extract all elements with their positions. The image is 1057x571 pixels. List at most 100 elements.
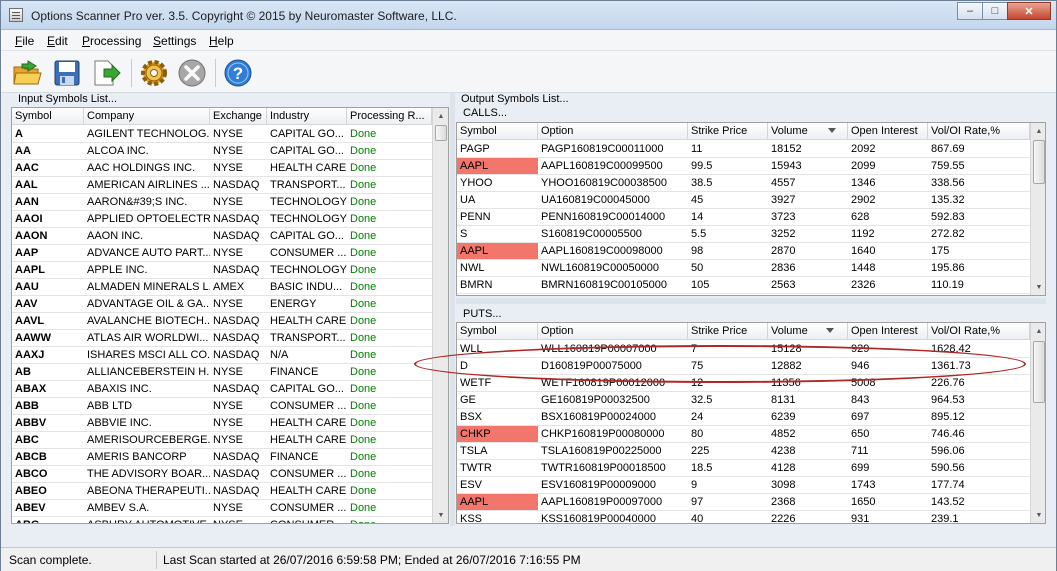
table-row[interactable]: KSS KSS160819P00040000 40 2226 931 239.1 xyxy=(457,511,1030,523)
table-row[interactable]: PENN PENN160819C00014000 14 3723 628 592.83 xyxy=(457,209,1030,226)
settings-button[interactable] xyxy=(138,57,170,89)
table-row[interactable]: D D160819P00075000 75 12882 946 1361.73 xyxy=(457,358,1030,375)
table-row[interactable]: S S160819C00005500 5.5 3252 1192 272.82 xyxy=(457,226,1030,243)
table-row[interactable]: AAV ADVANTAGE OIL & GA... NYSE ENERGY Done xyxy=(12,296,432,313)
col-volume[interactable]: Volume xyxy=(768,123,848,140)
table-row[interactable]: AAPL AAPL160819C00099500 99.5 15943 2099 759.… xyxy=(457,158,1030,175)
table-row[interactable]: AAL AMERICAN AIRLINES ... NASDAQ TRANSPORT.… xyxy=(12,177,432,194)
table-row[interactable]: PAGP PAGP160819C00011000 11 18152 2092 867.69 xyxy=(457,141,1030,158)
open-button[interactable] xyxy=(11,57,43,89)
scroll-up-arrow[interactable]: ▲ xyxy=(1031,323,1045,339)
cell-option: BMRN160819C00105000 xyxy=(541,279,667,291)
table-row[interactable]: TSLA TSLA160819P00225000 225 4238 711 596.06 xyxy=(457,443,1030,460)
cell-company: AMERICAN AIRLINES ... xyxy=(87,179,210,191)
table-row[interactable]: YHOO YHOO160819C00038500 38.5 4557 1346 338.5… xyxy=(457,175,1030,192)
puts-grid-scrollbar[interactable]: ▲ ▼ xyxy=(1030,323,1045,523)
scroll-thumb[interactable] xyxy=(1033,341,1045,403)
table-row[interactable]: ABEV AMBEV S.A. NYSE CONSUMER ... Done xyxy=(12,500,432,517)
help-icon: ? xyxy=(224,59,252,87)
save-button[interactable] xyxy=(51,57,83,89)
input-symbols-grid[interactable]: Symbol Company Exchange Industry Process… xyxy=(11,107,449,524)
calls-grid[interactable]: Symbol Option Strike Price Volume Open I… xyxy=(456,122,1046,296)
table-row[interactable]: GE GE160819P00032500 32.5 8131 843 964.53 xyxy=(457,392,1030,409)
scroll-up-arrow[interactable]: ▲ xyxy=(1031,123,1045,139)
table-row[interactable]: ABC AMERISOURCEBERGE... NYSE HEALTH CARE Don… xyxy=(12,432,432,449)
table-row[interactable]: TWTR TWTR160819P00018500 18.5 4128 699 590.56 xyxy=(457,460,1030,477)
maximize-button[interactable]: □ xyxy=(982,2,1008,20)
table-row[interactable]: AAPL APPLE INC. NASDAQ TECHNOLOGY Done xyxy=(12,262,432,279)
menu-edit[interactable]: Edit xyxy=(47,34,68,48)
scroll-down-arrow[interactable]: ▼ xyxy=(1031,279,1045,295)
table-row[interactable]: WLL WLL160819P00007000 7 15128 929 1628.42 xyxy=(457,341,1030,358)
table-row[interactable]: ABB ABB LTD NYSE CONSUMER ... Done xyxy=(12,398,432,415)
col-vol-oi-rate[interactable]: Vol/OI Rate,% xyxy=(928,123,1030,140)
cell-strike-price: 225 xyxy=(691,445,710,457)
col-exchange[interactable]: Exchange xyxy=(210,108,267,125)
cell-strike-price: 14 xyxy=(691,211,704,223)
col-open-interest[interactable]: Open Interest xyxy=(848,123,928,140)
table-row[interactable]: AAPL AAPL160819P00097000 97 2368 1650 143.52 xyxy=(457,494,1030,511)
export-button[interactable] xyxy=(91,57,123,89)
table-row[interactable]: AAWW ATLAS AIR WORLDWI... NASDAQ TRANSPORT.… xyxy=(12,330,432,347)
help-button[interactable]: ? xyxy=(222,57,254,89)
horizontal-splitter[interactable] xyxy=(456,298,1046,304)
menu-settings[interactable]: Settings xyxy=(153,34,196,48)
output-panel-label: Output Symbols List... xyxy=(461,93,569,105)
input-grid-scrollbar[interactable]: ▲ ▼ xyxy=(432,108,448,523)
scroll-thumb[interactable] xyxy=(1033,140,1045,184)
table-row[interactable]: ABCO THE ADVISORY BOAR... NASDAQ CONSUMER .… xyxy=(12,466,432,483)
table-row[interactable]: AAVL AVALANCHE BIOTECH... NASDAQ HEALTH CAR… xyxy=(12,313,432,330)
table-row[interactable]: A AGILENT TECHNOLOG... NYSE CAPITAL GO... Do… xyxy=(12,126,432,143)
col-option[interactable]: Option xyxy=(538,123,688,140)
table-row[interactable]: AAN AARON&#39;S INC. NYSE TECHNOLOGY Done xyxy=(12,194,432,211)
table-row[interactable]: BMRN BMRN160819C00105000 105 2563 2326 110.19 xyxy=(457,277,1030,294)
table-row[interactable]: ESV ESV160819P00009000 9 3098 1743 177.74 xyxy=(457,477,1030,494)
table-row[interactable]: ABBV ABBVIE INC. NYSE HEALTH CARE Done xyxy=(12,415,432,432)
scroll-down-arrow[interactable]: ▼ xyxy=(433,507,448,523)
table-row[interactable]: AA ALCOA INC. NYSE CAPITAL GO... Done xyxy=(12,143,432,160)
scroll-up-arrow[interactable]: ▲ xyxy=(433,108,448,124)
close-button[interactable]: ✕ xyxy=(1007,2,1051,20)
stop-button[interactable] xyxy=(176,57,208,89)
minimize-button[interactable]: – xyxy=(957,2,983,20)
table-row[interactable]: CHKP CHKP160819P00080000 80 4852 650 746.46 xyxy=(457,426,1030,443)
table-row[interactable]: ABAX ABAXIS INC. NASDAQ CAPITAL GO... Done xyxy=(12,381,432,398)
col-company[interactable]: Company xyxy=(84,108,210,125)
col-strike-price[interactable]: Strike Price xyxy=(688,323,768,340)
table-row[interactable]: WETF WETF160819P00012000 12 11356 5008 226.76 xyxy=(457,375,1030,392)
table-row[interactable]: AAU ALMADEN MINERALS L... AMEX BASIC INDU..… xyxy=(12,279,432,296)
table-row[interactable]: ABCB AMERIS BANCORP NASDAQ FINANCE Done xyxy=(12,449,432,466)
table-row[interactable]: AAPL AAPL160819C00098000 98 2870 1640 175 xyxy=(457,243,1030,260)
vertical-splitter[interactable] xyxy=(450,93,455,526)
table-row[interactable]: AAP ADVANCE AUTO PART... NYSE CONSUMER ... D… xyxy=(12,245,432,262)
scroll-down-arrow[interactable]: ▼ xyxy=(1031,507,1045,523)
col-option[interactable]: Option xyxy=(538,323,688,340)
col-strike-price[interactable]: Strike Price xyxy=(688,123,768,140)
table-row[interactable]: AAOI APPLIED OPTOELECTR... NASDAQ TECHNOLOG… xyxy=(12,211,432,228)
col-industry[interactable]: Industry xyxy=(267,108,347,125)
table-row[interactable]: NWL NWL160819C00050000 50 2836 1448 195.86 xyxy=(457,260,1030,277)
puts-grid[interactable]: Symbol Option Strike Price Volume Open I… xyxy=(456,322,1046,524)
cell-processing-result: Done xyxy=(350,468,377,480)
col-open-interest[interactable]: Open Interest xyxy=(848,323,928,340)
col-symbol[interactable]: Symbol xyxy=(457,323,538,340)
col-symbol[interactable]: Symbol xyxy=(12,108,84,125)
table-row[interactable]: BSX BSX160819P00024000 24 6239 697 895.12 xyxy=(457,409,1030,426)
col-processing-result[interactable]: Processing R... xyxy=(347,108,432,125)
table-row[interactable]: AB ALLIANCEBERSTEIN H... NYSE FINANCE Done xyxy=(12,364,432,381)
table-row[interactable]: AAON AAON INC. NASDAQ CAPITAL GO... Done xyxy=(12,228,432,245)
table-row[interactable]: ABEO ABEONA THERAPEUTI... NASDAQ HEALTH CAR… xyxy=(12,483,432,500)
menu-help[interactable]: Help xyxy=(209,34,234,48)
cell-industry: CAPITAL GO... xyxy=(270,145,344,157)
col-volume[interactable]: Volume xyxy=(768,323,848,340)
table-row[interactable]: AAXJ ISHARES MSCI ALL CO... NASDAQ N/A Done xyxy=(12,347,432,364)
calls-grid-scrollbar[interactable]: ▲ ▼ xyxy=(1030,123,1045,295)
table-row[interactable]: AAC AAC HOLDINGS INC. NYSE HEALTH CARE Done xyxy=(12,160,432,177)
menu-processing[interactable]: Processing xyxy=(82,34,141,48)
col-vol-oi-rate[interactable]: Vol/OI Rate,% xyxy=(928,323,1030,340)
table-row[interactable]: UA UA160819C00045000 45 3927 2902 135.32 xyxy=(457,192,1030,209)
col-symbol[interactable]: Symbol xyxy=(457,123,538,140)
scroll-thumb[interactable] xyxy=(435,125,447,141)
table-row[interactable]: ABGASBURY AUTOMOTIVENYSECONSUMERDone xyxy=(12,517,432,523)
menu-file[interactable]: File xyxy=(15,34,34,48)
